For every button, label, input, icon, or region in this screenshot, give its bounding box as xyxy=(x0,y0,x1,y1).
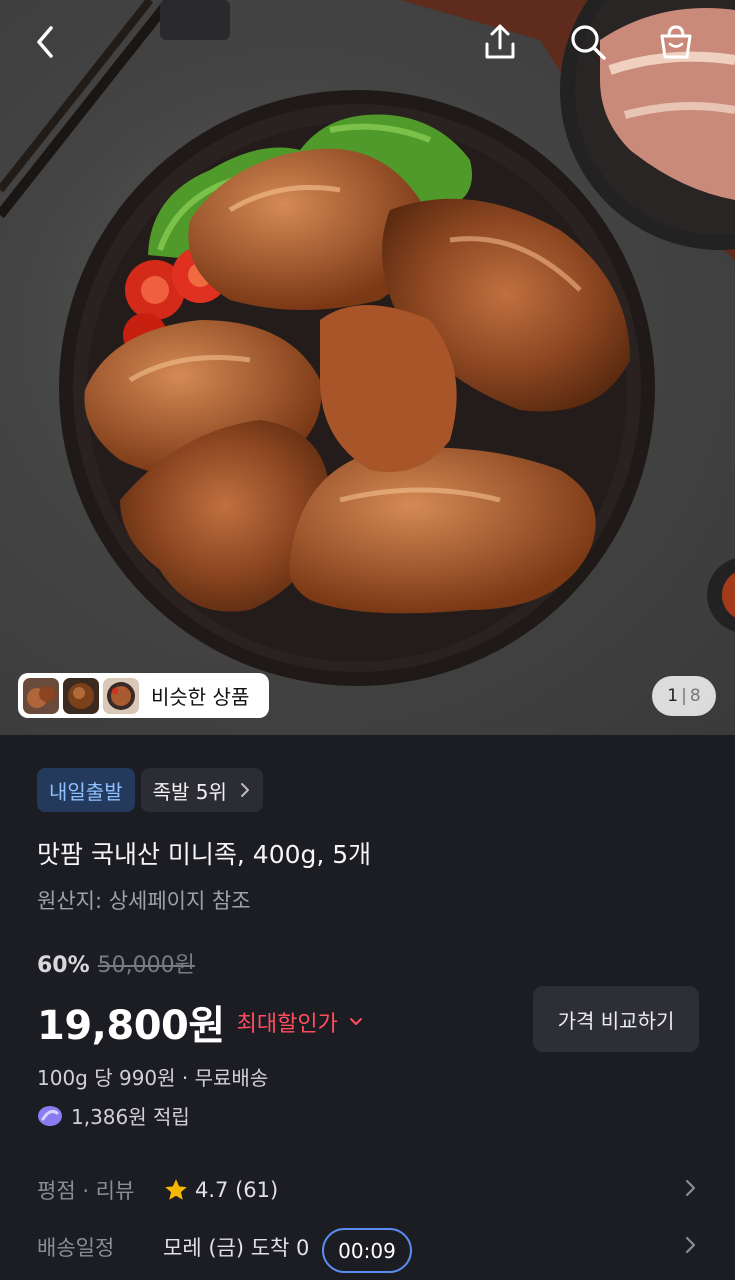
back-arrow-icon xyxy=(37,26,53,58)
cart-button[interactable] xyxy=(648,14,704,70)
pager-separator: | xyxy=(681,686,687,706)
chevron-right-icon xyxy=(240,783,249,797)
share-icon xyxy=(485,24,515,59)
back-button[interactable] xyxy=(18,14,74,70)
reward-points-icon xyxy=(38,1105,62,1126)
similar-thumb-2 xyxy=(63,677,99,714)
chevron-right-icon xyxy=(685,1179,696,1197)
similar-products-button[interactable]: 비슷한 상품 xyxy=(18,673,269,718)
unit-price-shipping: 100g 당 990원 · 무료배송 xyxy=(37,1066,269,1090)
points-row: 1,386원 적립 xyxy=(37,1101,190,1130)
countdown-timer: 00:09 xyxy=(322,1228,412,1273)
product-origin: 원산지: 상세페이지 참조 xyxy=(37,889,251,913)
discount-row: 60% 50,000원 xyxy=(37,947,195,979)
thumbnail-image-icon xyxy=(23,677,59,714)
rating-value: 4.7 (61) xyxy=(195,1178,279,1202)
rank-label: 족발 5위 xyxy=(152,779,227,804)
original-price: 50,000원 xyxy=(97,953,195,978)
cart-icon xyxy=(660,25,692,59)
sale-price: 19,800원 xyxy=(37,1003,225,1049)
star-icon xyxy=(165,1179,187,1200)
max-discount-label: 최대할인가 xyxy=(236,1012,338,1037)
shipping-value: 모레 (금) 도착 0 xyxy=(163,1236,310,1260)
rating-label: 평점 · 리뷰 xyxy=(37,1179,135,1203)
similar-thumb-1 xyxy=(23,677,59,714)
price-compare-button[interactable]: 가격 비교하기 xyxy=(533,986,699,1052)
search-button[interactable] xyxy=(560,14,616,70)
product-photo xyxy=(0,0,735,686)
share-button[interactable] xyxy=(472,14,528,70)
similar-products-label: 비슷한 상품 xyxy=(151,685,250,709)
product-image[interactable]: 비슷한 상품 1 | 8 xyxy=(0,0,735,735)
badge-row: 내일출발 족발 5위 xyxy=(37,768,263,812)
rating-review-row[interactable]: 평점 · 리뷰 4.7 (61) xyxy=(37,1165,697,1215)
image-pager: 1 | 8 xyxy=(652,676,716,716)
shipping-label: 배송일정 xyxy=(37,1236,115,1260)
rating-value-group: 4.7 (61) xyxy=(163,1177,278,1203)
price-row: 19,800원 최대할인가 xyxy=(37,993,364,1051)
delivery-badge: 내일출발 xyxy=(37,768,135,812)
discount-percent: 60% xyxy=(37,953,90,978)
pager-total: 8 xyxy=(689,686,701,706)
points-label: 1,386원 적립 xyxy=(71,1105,190,1129)
product-title: 맛팜 국내산 미니족, 400g, 5개 xyxy=(37,840,372,869)
search-icon xyxy=(571,25,606,60)
similar-thumb-3 xyxy=(103,677,139,714)
thumbnail-image-icon xyxy=(63,677,99,714)
thumbnail-image-icon xyxy=(103,677,139,714)
pager-current: 1 xyxy=(667,686,679,706)
max-discount-dropdown[interactable]: 최대할인가 xyxy=(237,1006,364,1038)
chevron-right-icon xyxy=(685,1236,696,1254)
product-info: 내일출발 족발 5위 맛팜 국내산 미니족, 400g, 5개 원산지: 상세페… xyxy=(0,735,735,1280)
chevron-down-icon xyxy=(349,1018,362,1025)
rank-badge[interactable]: 족발 5위 xyxy=(140,768,263,812)
